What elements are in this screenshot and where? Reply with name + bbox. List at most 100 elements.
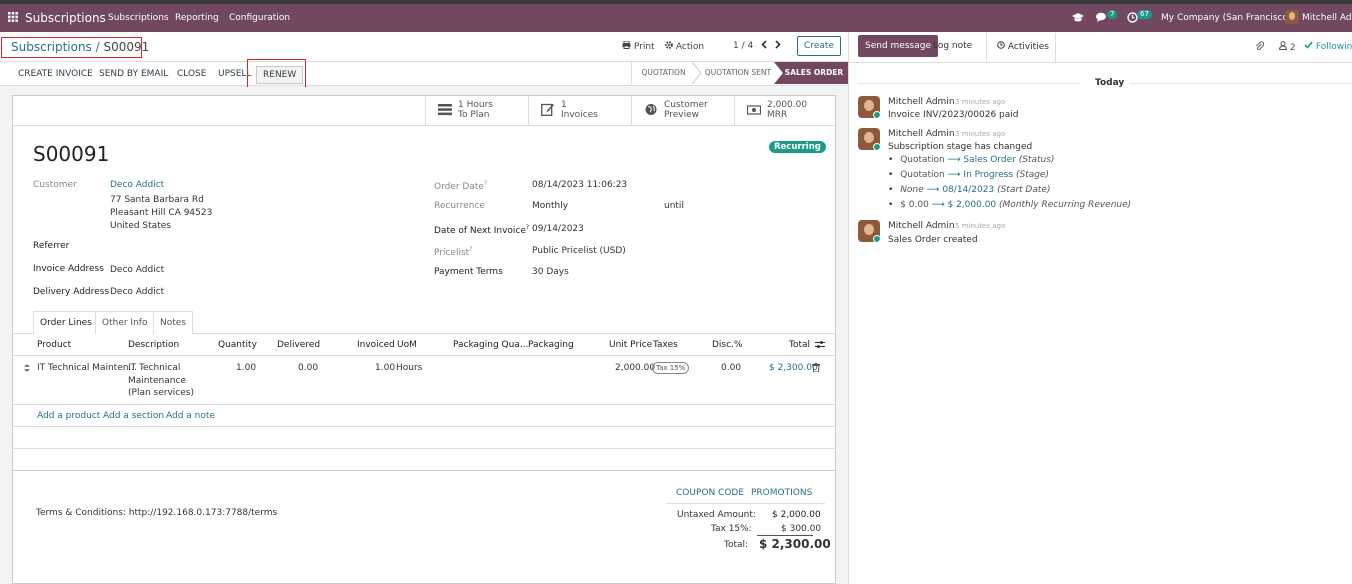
col-total[interactable]: Total [789,340,810,350]
stage-quotation-sent[interactable]: QUOTATION SENT [702,62,774,84]
trash-icon[interactable] [812,363,820,375]
tracking-change: • None ⟶ 08/14/2023 (Start Date) [888,185,1051,195]
row-unit-price[interactable]: 2,000.00 [615,363,655,373]
row-line [12,404,836,405]
message-author[interactable]: Mitchell Admin [888,221,955,231]
message-author[interactable]: Mitchell Admin [888,129,955,139]
message-author[interactable]: Mitchell Admin [888,97,955,107]
action-label: Action [675,42,705,52]
menu-subscriptions[interactable]: Subscriptions [108,13,169,23]
action-button[interactable]: Action [665,41,704,52]
invoice-address-field[interactable]: Deco Addict [110,265,164,275]
col-quantity[interactable]: Quantity [218,340,257,350]
optional-columns-icon[interactable] [815,340,825,352]
following-button[interactable]: Following [1304,41,1352,52]
row-product[interactable]: IT Technical Mainten... [37,363,137,373]
add-product-link[interactable]: Add a product [37,411,100,421]
avatar[interactable] [858,128,880,150]
stat-button-mrr[interactable]: 2,000.00 MRR [734,96,837,125]
apps-grid-icon[interactable] [8,12,18,22]
drag-handle-icon[interactable] [24,364,30,375]
send-message-button[interactable]: Send message [858,35,938,57]
table-row[interactable]: IT Technical Mainten... IT Technical Mai… [12,356,836,404]
stat-button-invoices[interactable]: 1 Invoices [528,96,631,125]
next-invoice-label: Date of Next Invoice? [434,224,530,236]
gear-icon [665,41,676,52]
menu-reporting[interactable]: Reporting [175,13,219,23]
stat-button-preview[interactable]: Customer Preview [631,96,734,125]
col-description[interactable]: Description [128,340,179,350]
clock-icon [997,41,1008,52]
col-delivered[interactable]: Delivered [277,340,320,350]
terms-conditions[interactable]: Terms & Conditions: http://192.168.0.173… [36,508,277,518]
pager-value[interactable]: 1 / 4 [733,41,753,51]
create-invoice-button[interactable]: CREATE INVOICE [18,69,93,79]
stat-button-tasks[interactable]: 1 Hours To Plan [425,96,528,125]
followers-button[interactable]: 2 [1279,41,1296,53]
app-title[interactable]: Subscriptions [25,11,106,25]
row-description-2[interactable]: Maintenance [128,376,186,386]
message-time: 5 minutes ago [955,222,1006,230]
activities-separator [1055,33,1056,62]
empty-row-line-2 [12,448,836,449]
stat-tasks-value: 1 Hours [458,100,493,110]
add-note-link[interactable]: Add a note [166,411,215,421]
tab-order-lines[interactable]: Order Lines [33,311,99,335]
close-button[interactable]: CLOSE [177,69,206,79]
row-uom[interactable]: Hours [396,363,422,373]
create-button[interactable]: Create [797,36,841,56]
order-date-field[interactable]: 08/14/2023 11:06:23 [532,180,627,190]
col-packaging-qty[interactable]: Packaging Qua... [453,340,528,350]
stat-preview-label: Preview [664,110,700,120]
print-button[interactable]: Print [622,40,655,52]
print-icon [622,40,634,52]
coupon-code-button[interactable]: COUPON CODE [676,488,744,498]
col-unit-price[interactable]: Unit Price [609,340,652,350]
user-menu[interactable]: Mitchell Adm [1302,13,1352,23]
change-new-value: 08/14/2023 [942,185,995,195]
col-invoiced[interactable]: Invoiced [357,340,395,350]
recurrence-field[interactable]: Monthly [532,201,568,211]
arrow-right-icon: ⟶ [931,200,945,210]
send-by-email-button[interactable]: SEND BY EMAIL [99,69,168,79]
row-description-1[interactable]: IT Technical [128,363,180,373]
arrow-right-icon: ⟶ [947,170,961,180]
activities-label: Activities [1007,42,1049,52]
payment-terms-field[interactable]: 30 Days [532,267,569,277]
promotions-button[interactable]: PROMOTIONS [751,488,812,498]
log-note-button[interactable]: Log note [933,41,972,51]
next-invoice-field[interactable]: 09/14/2023 [532,224,584,234]
change-old-value: None [900,185,924,195]
graduation-cap-icon[interactable] [1072,12,1084,26]
col-discount[interactable]: Disc.% [712,340,742,350]
row-description-3[interactable]: (Plan services) [128,388,194,398]
row-discount[interactable]: 0.00 [721,363,741,373]
row-delivered[interactable]: 0.00 [298,363,318,373]
row-quantity[interactable]: 1.00 [236,363,256,373]
customer-field[interactable]: Deco Addict [110,180,164,190]
user-avatar[interactable] [1285,10,1299,24]
avatar[interactable] [858,220,880,242]
pager-previous-icon[interactable] [761,40,767,52]
stage-quotation[interactable]: QUOTATION [631,62,695,84]
delivery-address-field[interactable]: Deco Addict [110,287,164,297]
pricelist-field[interactable]: Public Pricelist (USD) [532,246,626,256]
col-product[interactable]: Product [37,340,71,350]
activities-button[interactable]: Activities [997,41,1049,52]
row-tax-badge[interactable]: Tax 15% [652,362,690,374]
add-section-link[interactable]: Add a section [103,411,164,421]
tracking-change: • Quotation ⟶ Sales Order (Status) [888,155,1055,165]
col-taxes[interactable]: Taxes [653,340,678,350]
menu-configuration[interactable]: Configuration [229,13,290,23]
avatar[interactable] [858,96,880,118]
col-packaging[interactable]: Packaging [528,340,574,350]
tab-other-info[interactable]: Other Info [95,311,155,334]
tracking-change: • Quotation ⟶ In Progress (Stage) [888,170,1049,180]
paperclip-icon[interactable] [1255,41,1265,54]
company-switcher[interactable]: My Company (San Francisco) [1161,13,1291,23]
col-uom[interactable]: UoM [397,340,417,350]
pager-next-icon[interactable] [775,40,781,52]
totals-top-line [666,503,825,504]
stat-invoices-value: 1 [561,100,567,110]
tab-notes[interactable]: Notes [153,311,193,334]
